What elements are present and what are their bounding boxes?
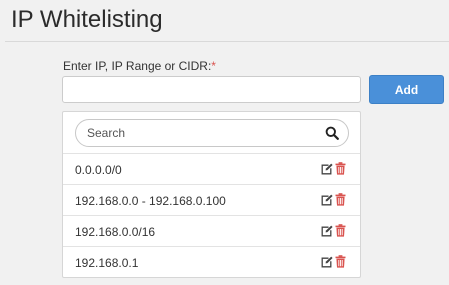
trash-icon[interactable] [335, 255, 346, 268]
list-item: 192.168.0.0/16 [63, 215, 360, 246]
trash-icon[interactable] [335, 224, 346, 237]
title-divider [5, 41, 449, 42]
list-item: 192.168.0.0 - 192.168.0.100 [63, 184, 360, 215]
ip-entry-value: 192.168.0.0 - 192.168.0.100 [75, 194, 226, 208]
edit-icon[interactable] [321, 256, 333, 268]
ip-entry-value: 192.168.0.1 [75, 256, 139, 270]
edit-icon[interactable] [321, 225, 333, 237]
whitelist-panel: 0.0.0.0/0 192.168.0.0 - 192.168.0.100 192.… [62, 111, 361, 278]
search-icon[interactable] [325, 126, 339, 140]
ip-entry-value: 0.0.0.0/0 [75, 163, 122, 177]
trash-icon[interactable] [335, 193, 346, 206]
ip-input[interactable] [62, 76, 361, 103]
list-item: 192.168.0.1 [63, 246, 360, 277]
edit-icon[interactable] [321, 194, 333, 206]
ip-field-label: Enter IP, IP Range or CIDR:* [63, 59, 216, 73]
search-input[interactable] [87, 124, 317, 142]
trash-icon[interactable] [335, 162, 346, 175]
required-marker: * [211, 59, 216, 73]
ip-entry-value: 192.168.0.0/16 [75, 225, 156, 239]
ip-field-label-text: Enter IP, IP Range or CIDR: [63, 59, 212, 73]
search-box[interactable] [75, 119, 349, 147]
page-title: IP Whitelisting [11, 6, 163, 33]
edit-icon[interactable] [321, 163, 333, 175]
add-button[interactable]: Add [369, 75, 444, 104]
list-item: 0.0.0.0/0 [63, 153, 360, 184]
